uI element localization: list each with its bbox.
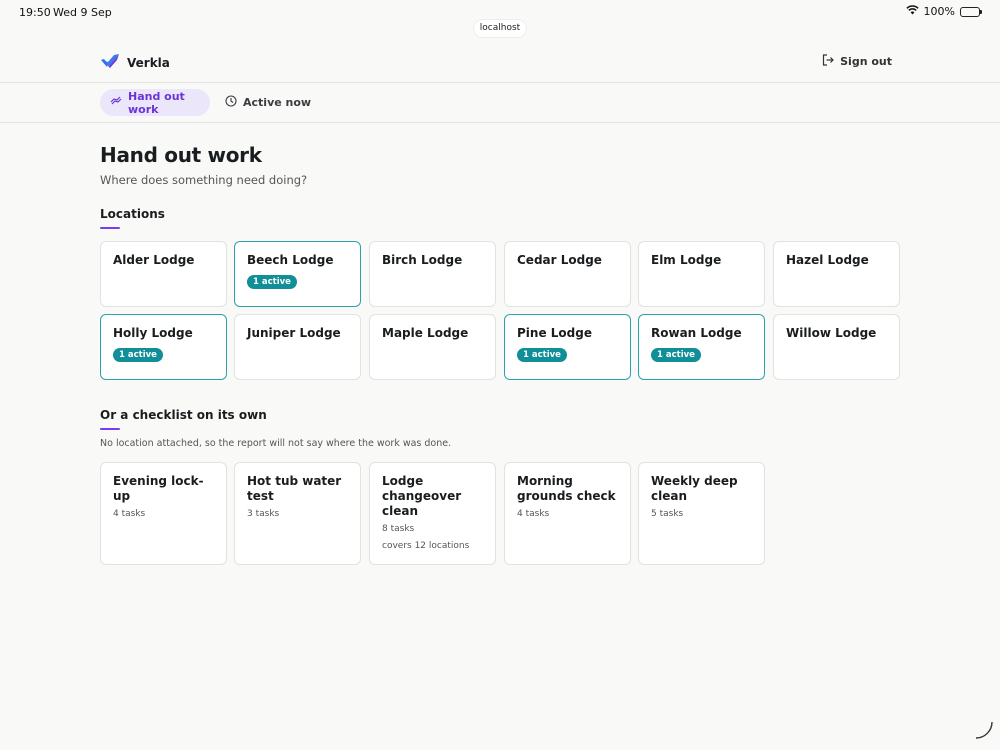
sign-out-icon: [822, 54, 834, 69]
status-time: 19:50: [19, 6, 51, 19]
checklist-name: Weekly deep clean: [651, 474, 738, 503]
locations-heading: Locations: [100, 207, 165, 221]
sign-out-label: Sign out: [840, 55, 892, 68]
location-name: Alder Lodge: [113, 253, 195, 267]
coverage-note: covers 12 locations: [382, 541, 470, 551]
sign-out-button[interactable]: Sign out: [822, 54, 892, 69]
checklist-card-evening-lock-up[interactable]: Evening lock-up 4 tasks: [100, 462, 227, 565]
task-count: 8 tasks: [382, 524, 415, 534]
verkla-logo-icon: [100, 52, 120, 74]
location-card-beech[interactable]: Beech Lodge 1 active: [234, 241, 361, 307]
brand-name: Verkla: [127, 56, 170, 70]
brand[interactable]: Verkla: [100, 52, 170, 74]
task-count: 4 tasks: [113, 509, 146, 519]
location-name: Maple Lodge: [382, 326, 469, 340]
checklist-name: Hot tub water test: [247, 474, 342, 503]
nav-bar: Hand out work Active now: [0, 83, 1000, 123]
location-card-maple[interactable]: Maple Lodge: [369, 314, 496, 380]
location-name: Rowan Lodge: [651, 326, 742, 340]
status-date: Wed 9 Sep: [53, 6, 112, 19]
clock-icon: [225, 95, 237, 110]
tab-active-now[interactable]: Active now: [215, 89, 321, 116]
task-count: 5 tasks: [651, 509, 684, 519]
location-card-holly[interactable]: Holly Lodge 1 active: [100, 314, 227, 380]
wifi-icon: [905, 5, 919, 18]
checklist-card-weekly-deep-clean[interactable]: Weekly deep clean 5 tasks: [638, 462, 765, 565]
checklist-card-hot-tub[interactable]: Hot tub water test 3 tasks: [234, 462, 361, 565]
app-header: Verkla Sign out: [0, 40, 1000, 83]
location-card-elm[interactable]: Elm Lodge: [638, 241, 765, 307]
active-badge: 1 active: [247, 275, 297, 289]
location-name: Hazel Lodge: [786, 253, 869, 267]
page-subtitle: Where does something need doing?: [100, 173, 308, 187]
location-name: Juniper Lodge: [247, 326, 341, 340]
battery-icon: [960, 6, 982, 17]
active-badge: 1 active: [113, 348, 163, 362]
location-name: Holly Lodge: [113, 326, 193, 340]
active-badge: 1 active: [651, 348, 701, 362]
section-underline: [100, 428, 120, 430]
page-title: Hand out work: [100, 143, 262, 167]
checklist-card-morning-grounds[interactable]: Morning grounds check 4 tasks: [504, 462, 631, 565]
task-count: 4 tasks: [517, 509, 550, 519]
battery-percent: 100%: [923, 5, 955, 18]
tab-label: Active now: [243, 96, 312, 109]
task-count: 3 tasks: [247, 509, 280, 519]
location-name: Pine Lodge: [517, 326, 592, 340]
status-right: 100%: [905, 5, 982, 18]
tab-hand-out-work[interactable]: Hand out work: [100, 89, 210, 116]
location-name: Cedar Lodge: [517, 253, 602, 267]
checklist-card-lodge-changeover[interactable]: Lodge changeover clean 8 tasks covers 12…: [369, 462, 496, 565]
location-name: Beech Lodge: [247, 253, 334, 267]
section-underline: [100, 227, 120, 229]
location-card-willow[interactable]: Willow Lodge: [773, 314, 900, 380]
checklist-name: Evening lock-up: [113, 474, 204, 503]
checklist-note: No location attached, so the report will…: [100, 438, 452, 449]
resize-handle-icon[interactable]: [974, 720, 994, 744]
location-name: Willow Lodge: [786, 326, 877, 340]
location-card-juniper[interactable]: Juniper Lodge: [234, 314, 361, 380]
handshake-icon: [110, 96, 122, 109]
url-pill[interactable]: localhost: [474, 20, 526, 37]
location-card-alder[interactable]: Alder Lodge: [100, 241, 227, 307]
location-card-birch[interactable]: Birch Lodge: [369, 241, 496, 307]
checklist-heading: Or a checklist on its own: [100, 408, 267, 422]
location-card-pine[interactable]: Pine Lodge 1 active: [504, 314, 631, 380]
checklist-name: Morning grounds check: [517, 474, 616, 503]
location-card-hazel[interactable]: Hazel Lodge: [773, 241, 900, 307]
location-name: Birch Lodge: [382, 253, 463, 267]
checklist-name: Lodge changeover clean: [382, 474, 462, 518]
tab-label: Hand out work: [128, 89, 185, 116]
active-badge: 1 active: [517, 348, 567, 362]
location-card-rowan[interactable]: Rowan Lodge 1 active: [638, 314, 765, 380]
location-name: Elm Lodge: [651, 253, 722, 267]
location-card-cedar[interactable]: Cedar Lodge: [504, 241, 631, 307]
